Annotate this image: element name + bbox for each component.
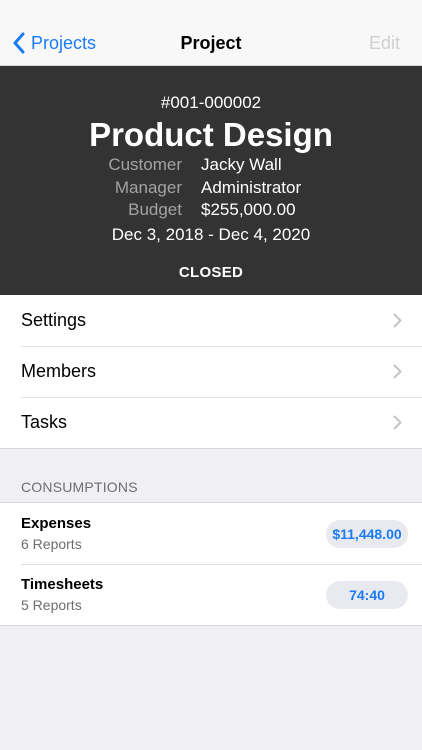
settings-label: Settings	[21, 310, 87, 330]
project-code: #001-000002	[160, 93, 262, 112]
settings-item[interactable]: Settings	[0, 295, 422, 346]
edit-button[interactable]: Edit	[369, 20, 400, 66]
chevron-left-icon	[13, 32, 25, 54]
expenses-subtitle: 6 Reports	[21, 536, 82, 552]
chevron-right-icon	[393, 364, 402, 379]
chevron-right-icon	[393, 313, 402, 328]
timesheets-subtitle: 5 Reports	[21, 597, 82, 613]
status-bar	[0, 0, 422, 20]
navigation-bar: Projects Project Edit	[0, 20, 422, 66]
customer-value: Jacky Wall	[201, 155, 282, 174]
customer-label: Customer	[108, 155, 182, 174]
customer-row: Customer Jacky Wall	[0, 155, 422, 177]
members-label: Members	[21, 361, 97, 381]
project-dates: Dec 3, 2018 - Dec 4, 2020	[111, 225, 311, 244]
project-name: Product Design	[89, 116, 333, 153]
back-button[interactable]: Projects	[12, 20, 96, 66]
manager-value: Administrator	[201, 178, 302, 197]
timesheets-row[interactable]: Timesheets 5 Reports 74:40	[0, 564, 422, 625]
consumptions-header: CONSUMPTIONS	[21, 479, 138, 495]
back-button-label: Projects	[31, 32, 97, 53]
project-menu: Settings Members Tasks	[0, 295, 422, 449]
timesheets-hours-badge: 74:40	[326, 581, 408, 609]
tasks-label: Tasks	[21, 412, 68, 432]
project-header: #001-000002 Product Design Customer Jack…	[0, 66, 422, 295]
tasks-item[interactable]: Tasks	[0, 397, 422, 448]
timesheets-title: Timesheets	[21, 576, 104, 593]
expenses-title: Expenses	[21, 515, 92, 532]
budget-value: $255,000.00	[201, 200, 296, 219]
status-badge: CLOSED	[178, 264, 244, 281]
members-item[interactable]: Members	[0, 346, 422, 397]
manager-row: Manager Administrator	[0, 178, 422, 200]
expenses-amount-badge: $11,448.00	[326, 520, 408, 548]
manager-label: Manager	[114, 178, 182, 197]
chevron-right-icon	[393, 415, 402, 430]
consumptions-list: Expenses 6 Reports $11,448.00 Timesheets…	[0, 502, 422, 626]
budget-label: Budget	[128, 200, 182, 219]
budget-row: Budget $255,000.00	[0, 200, 422, 222]
expenses-row[interactable]: Expenses 6 Reports $11,448.00	[0, 503, 422, 564]
